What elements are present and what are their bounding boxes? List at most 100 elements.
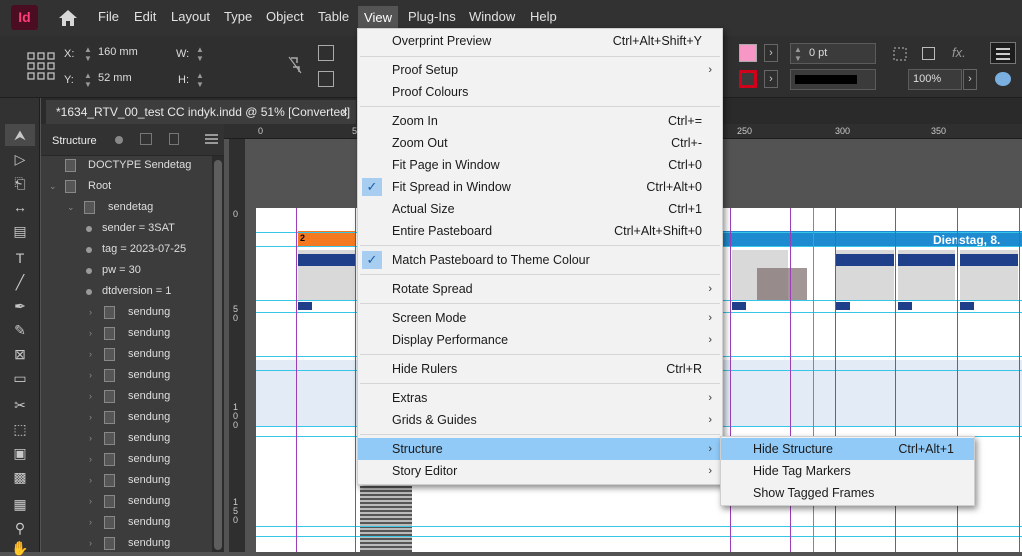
type-tool-icon[interactable]: T [10,250,30,266]
channel-logo-bar [898,254,955,266]
distribute-icon[interactable] [318,71,334,87]
structure-row[interactable]: › sendung [41,533,212,554]
panel-menu-icon[interactable] [990,42,1016,64]
menu-item-fit-spread[interactable]: ✓ Fit Spread in Window Ctrl+Alt+0 [358,176,722,198]
menu-type[interactable]: Type [224,9,252,24]
menu-item-extras[interactable]: Extras › [358,387,722,409]
gap-tool-icon[interactable]: ↔ [10,199,30,215]
structure-row[interactable]: › sendung [41,449,212,470]
structure-row[interactable]: ⌄ Root [41,176,212,197]
menu-item-show-tagged-frames[interactable]: Show Tagged Frames [721,482,974,504]
menu-edit[interactable]: Edit [134,9,156,24]
document-tab[interactable]: *1634_RTV_00_test CC indyk.indd @ 51% [C… [46,100,356,124]
constrain-proportions-icon[interactable] [287,56,303,74]
menu-file[interactable]: File [98,9,119,24]
structure-row[interactable]: dtdversion = 1 [41,281,212,302]
reference-point-icon[interactable] [27,52,55,80]
fill-menu-arrow-icon[interactable]: › [764,44,778,62]
menu-item-proof-setup[interactable]: Proof Setup › [358,59,722,81]
structure-row[interactable]: › sendung [41,323,212,344]
menu-window[interactable]: Window [469,9,515,24]
pen-tool-icon[interactable]: ✒ [10,298,30,314]
menu-item-structure[interactable]: Structure › [358,438,722,460]
menu-item-actual-size[interactable]: Actual Size Ctrl+1 [358,198,722,220]
rectangle-tool-icon[interactable]: ▭ [10,370,30,386]
free-transform-tool-icon[interactable]: ⬚ [10,421,30,437]
menu-item-proof-colours[interactable]: Proof Colours [358,81,722,103]
corner-options-icon[interactable] [892,46,908,62]
delete-icon[interactable] [169,133,179,145]
new-element-icon[interactable] [140,133,152,145]
structure-row[interactable]: DOCTYPE Sendetag [41,155,212,176]
frame-icon[interactable] [922,47,935,60]
note-tool-icon[interactable]: ▦ [10,496,30,512]
structure-panel-title[interactable]: Structure [52,135,97,147]
menu-table[interactable]: Table [318,9,349,24]
w-stepper-icon[interactable]: ▲ ▼ [196,45,206,63]
structure-row[interactable]: tag = 2023-07-25 [41,239,212,260]
line-tool-icon[interactable]: ╱ [10,274,30,290]
gradient-tool-icon[interactable]: ▣ [10,445,30,461]
structure-row[interactable]: › sendung [41,344,212,365]
opacity-field[interactable]: 100% [908,69,962,90]
structure-row[interactable]: › sendung [41,386,212,407]
menu-item-hide-tag-markers[interactable]: Hide Tag Markers [721,460,974,482]
structure-row[interactable]: › sendung [41,428,212,449]
eyedropper-tool-icon[interactable]: ⚲ [10,520,30,536]
menu-item-match-pasteboard[interactable]: ✓ Match Pasteboard to Theme Colour [358,249,722,271]
menu-view[interactable]: View [358,6,398,30]
menu-item-fit-page[interactable]: Fit Page in Window Ctrl+0 [358,154,722,176]
structure-row[interactable]: › sendung [41,407,212,428]
rectangle-frame-tool-icon[interactable]: ⊠ [10,346,30,362]
structure-row[interactable]: › sendung [41,365,212,386]
effects-icon[interactable]: fx. [952,45,966,60]
menu-item-hide-structure[interactable]: Hide Structure Ctrl+Alt+1 [721,438,974,460]
menu-item-zoom-in[interactable]: Zoom In Ctrl+= [358,110,722,132]
content-collector-icon[interactable]: ▤ [10,223,30,239]
opacity-arrow-icon[interactable]: › [963,69,977,90]
align-icon[interactable] [318,45,334,61]
vertical-ruler[interactable] [229,139,245,552]
structure-row[interactable]: › sendung [41,512,212,533]
menu-item-display-performance[interactable]: Display Performance › [358,329,722,351]
structure-row[interactable]: sender = 3SAT [41,218,212,239]
y-stepper-icon[interactable]: ▲ ▼ [84,71,94,89]
gradient-feather-tool-icon[interactable]: ▩ [10,469,30,485]
menu-item-hide-rulers[interactable]: Hide Rulers Ctrl+R [358,358,722,380]
panel-menu-icon[interactable] [205,134,218,144]
hand-tool-icon[interactable]: ✋ [10,540,30,556]
menu-plugins[interactable]: Plug-Ins [408,9,456,24]
menu-item-story-editor[interactable]: Story Editor › [358,460,722,482]
menu-item-grids-guides[interactable]: Grids & Guides › [358,409,722,431]
quick-apply-icon[interactable] [995,72,1011,86]
structure-row[interactable]: › sendung [41,470,212,491]
stroke-weight-stepper-icon[interactable]: ▲ ▼ [794,45,804,63]
home-icon[interactable] [58,9,78,27]
stroke-swatch[interactable] [739,70,757,88]
menu-layout[interactable]: Layout [171,9,210,24]
close-tab-icon[interactable]: × [341,100,348,124]
fill-swatch[interactable] [739,44,757,62]
scissors-tool-icon[interactable]: ✂ [10,397,30,413]
menu-item-overprint-preview[interactable]: Overprint Preview Ctrl+Alt+Shift+Y [358,30,722,52]
selection-tool-icon[interactable]: ⮝ [10,127,30,143]
add-attribute-icon[interactable] [115,136,123,144]
structure-row[interactable]: ⌄ sendetag [41,197,212,218]
x-stepper-icon[interactable]: ▲ ▼ [84,45,94,63]
structure-row[interactable]: pw = 30 [41,260,212,281]
menu-item-rotate-spread[interactable]: Rotate Spread › [358,278,722,300]
menu-help[interactable]: Help [530,9,557,24]
structure-row[interactable]: › sendung [41,302,212,323]
structure-row[interactable]: › sendung [41,491,212,512]
structure-scroll-thumb[interactable] [214,160,222,550]
menu-object[interactable]: Object [266,9,304,24]
direct-selection-tool-icon[interactable]: ▷ [10,151,30,167]
stroke-menu-arrow-icon[interactable]: › [764,70,778,88]
menu-item-screen-mode[interactable]: Screen Mode › [358,307,722,329]
menu-item-zoom-out[interactable]: Zoom Out Ctrl+- [358,132,722,154]
h-stepper-icon[interactable]: ▲ ▼ [196,71,206,89]
pencil-tool-icon[interactable]: ✎ [10,322,30,338]
page-tool-icon[interactable]: ⎗ [10,175,30,191]
stroke-style-dropdown[interactable] [790,69,876,90]
menu-item-entire-pasteboard[interactable]: Entire Pasteboard Ctrl+Alt+Shift+0 [358,220,722,242]
